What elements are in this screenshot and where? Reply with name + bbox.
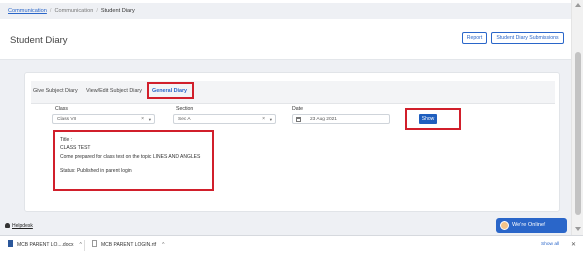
document-file-icon <box>92 240 97 247</box>
breadcrumb-separator: / <box>49 8 52 14</box>
chat-label: We're Online! <box>512 222 546 228</box>
breadcrumb: Communication / Communication / Student Diar… <box>8 5 135 17</box>
diary-entry-highlight-box <box>53 130 214 191</box>
tab-view-edit-subject-diary[interactable]: View/Edit Subject Diary <box>86 88 142 94</box>
tab-bar: Give Subject Diary View/Edit Subject Dia… <box>31 81 555 104</box>
calendar-icon <box>296 117 301 122</box>
class-label: Class <box>55 106 68 112</box>
section-select[interactable]: Sec A × ▾ <box>173 114 276 124</box>
download-filename: MCB PARENT LO....docx <box>17 242 74 248</box>
chevron-up-icon[interactable]: ^ <box>80 242 82 248</box>
scrollbar-thumb[interactable] <box>575 52 581 215</box>
date-value: 23 Aug 2021 <box>310 117 337 122</box>
section-label: Section <box>176 106 194 112</box>
chevron-down-icon[interactable]: ▾ <box>149 115 151 124</box>
breadcrumb-current: Student Diary <box>100 8 135 14</box>
show-all-downloads-link[interactable]: Show all <box>541 240 559 250</box>
vertical-scrollbar[interactable] <box>571 0 583 235</box>
download-item-docx[interactable]: MCB PARENT LO....docx ^ <box>8 240 82 250</box>
clear-icon[interactable]: × <box>141 115 144 124</box>
word-file-icon <box>8 240 13 247</box>
diary-status: Status: Published in parent login <box>60 168 132 174</box>
breadcrumb-separator: / <box>96 8 98 14</box>
date-label: Date <box>292 106 303 112</box>
chat-avatar <box>500 221 509 230</box>
download-filename: MCB PARENT LOGIN.rtf <box>101 242 157 248</box>
person-icon <box>5 223 10 228</box>
class-select[interactable]: Class VII × ▾ <box>52 114 155 124</box>
helpdesk-label: Helpdesk <box>12 223 33 229</box>
page-header: Student Diary Report Student Diary Submi… <box>0 19 571 60</box>
breadcrumb-parent[interactable]: Communication <box>54 8 93 14</box>
student-diary-submissions-button[interactable]: Student Diary Submissions <box>491 32 564 44</box>
show-button-highlight-box <box>405 108 461 130</box>
diary-body: Come prepared for class test on the topi… <box>60 154 201 160</box>
download-divider <box>84 240 85 251</box>
date-input[interactable]: 23 Aug 2021 <box>292 114 390 124</box>
breadcrumb-root-link[interactable]: Communication <box>8 8 47 14</box>
class-select-value: Class VII <box>57 117 77 122</box>
top-cutoff-strip <box>0 0 583 3</box>
page-footer <box>0 217 571 233</box>
tab-give-subject-diary[interactable]: Give Subject Diary <box>33 88 78 94</box>
diary-title: CLASS TEST <box>60 145 91 151</box>
scroll-up-icon[interactable] <box>575 3 581 7</box>
scroll-down-icon[interactable] <box>575 227 581 231</box>
chat-widget[interactable]: We're Online! <box>496 218 567 233</box>
chevron-up-icon[interactable]: ^ <box>162 242 164 248</box>
helpdesk-link[interactable]: Helpdesk <box>5 223 33 229</box>
section-select-value: Sec A <box>178 117 191 122</box>
page-title: Student Diary <box>10 35 68 46</box>
close-icon[interactable]: ✕ <box>571 240 576 250</box>
clear-icon[interactable]: × <box>262 115 265 124</box>
downloads-bar: MCB PARENT LO....docx ^ MCB PARENT LOGIN.… <box>0 235 583 256</box>
chevron-down-icon[interactable]: ▾ <box>270 115 272 124</box>
report-button[interactable]: Report <box>462 32 487 44</box>
tab-highlight-box <box>147 82 194 99</box>
download-item-rtf[interactable]: MCB PARENT LOGIN.rtf ^ <box>92 240 164 250</box>
diary-title-label: Title : <box>60 137 73 143</box>
